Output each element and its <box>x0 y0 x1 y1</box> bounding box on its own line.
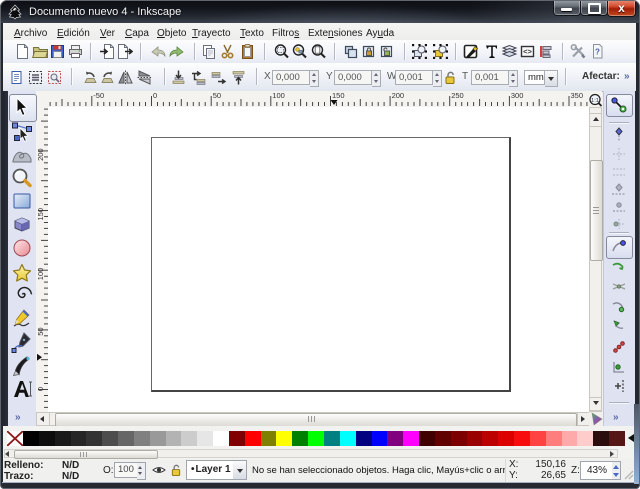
svg-text:100: 100 <box>272 91 285 100</box>
svg-text:<>: <> <box>523 47 532 56</box>
svg-text:250: 250 <box>451 91 464 100</box>
svg-text:50: 50 <box>36 327 45 335</box>
svg-text:350: 350 <box>571 91 584 100</box>
svg-text:0: 0 <box>153 91 157 100</box>
svg-text:1:1: 1:1 <box>591 98 599 104</box>
svg-text:300: 300 <box>511 91 524 100</box>
svg-text:?: ? <box>595 48 600 57</box>
svg-text:200: 200 <box>392 91 405 100</box>
svg-text:100: 100 <box>36 268 45 281</box>
svg-text:150: 150 <box>332 91 345 100</box>
svg-text:50: 50 <box>213 91 221 100</box>
svg-text:150: 150 <box>36 208 45 221</box>
svg-text:0: 0 <box>36 387 45 391</box>
svg-text:200: 200 <box>36 148 45 161</box>
svg-text:-50: -50 <box>93 91 104 100</box>
